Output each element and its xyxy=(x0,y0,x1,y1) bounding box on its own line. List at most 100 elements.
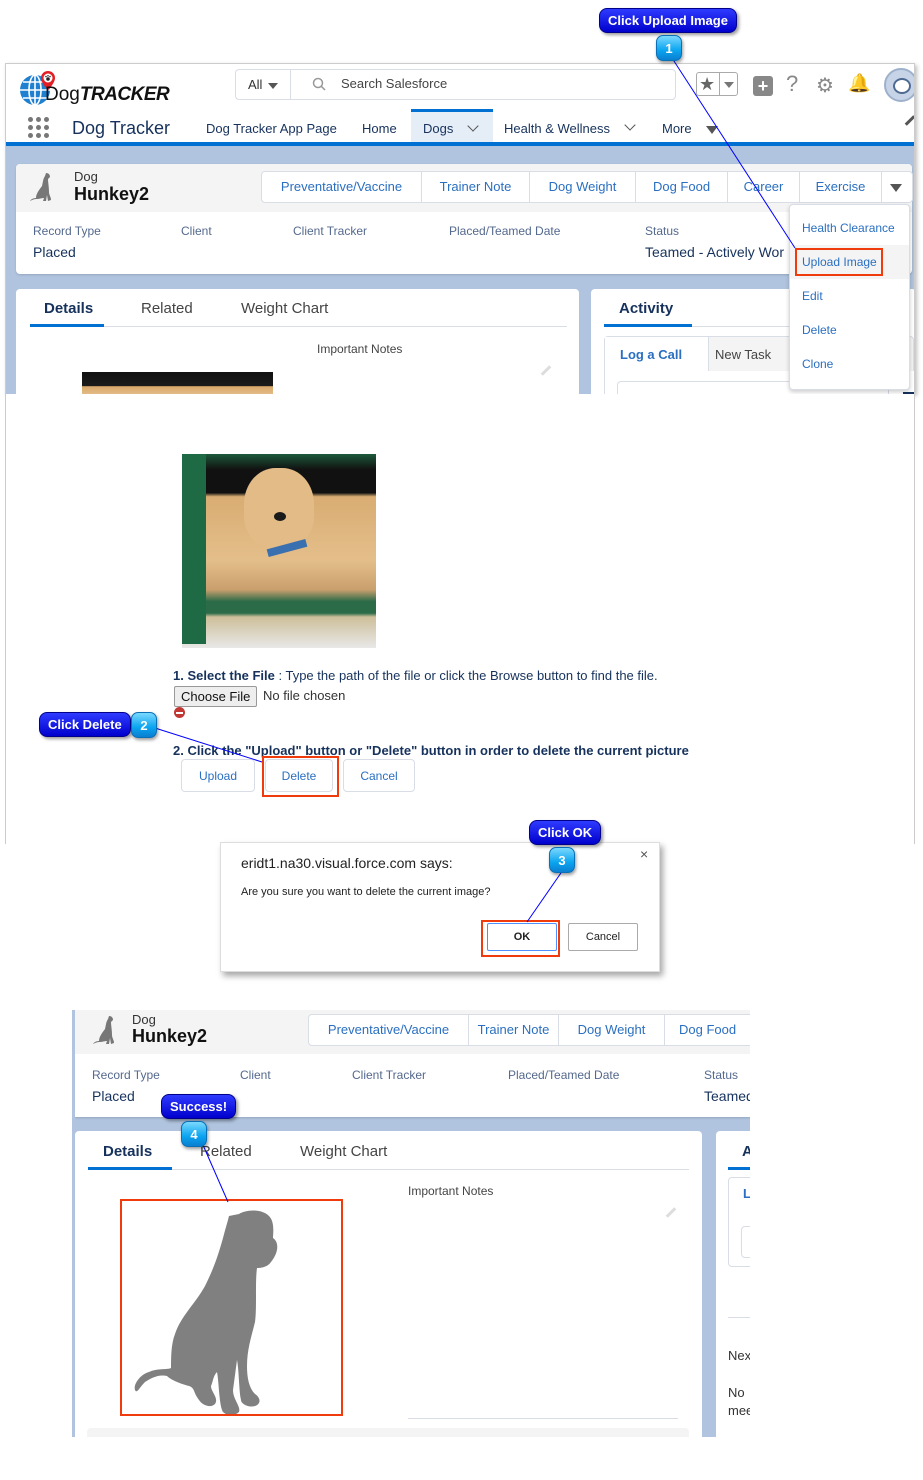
step-badge-1: 1 xyxy=(656,35,682,61)
action-dog-weight[interactable]: Dog Weight xyxy=(530,172,636,202)
menu-item-edit[interactable]: Edit xyxy=(790,279,909,313)
tab-related[interactable]: Related xyxy=(141,300,193,317)
tab-weight-chart[interactable]: Weight Chart xyxy=(241,300,328,317)
action-exercise[interactable]: Exercise xyxy=(800,172,882,202)
record-action-group: Preventative/Vaccine Trainer Note Dog We… xyxy=(261,171,913,203)
publisher-input[interactable] xyxy=(741,1226,750,1258)
tab-weight-chart[interactable]: Weight Chart xyxy=(300,1143,387,1160)
step-badge-4: 4 xyxy=(181,1121,207,1147)
publisher-box: L xyxy=(728,1177,750,1267)
record-name: Hunkey2 xyxy=(132,1026,208,1046)
nav-item-app-page[interactable]: Dog Tracker App Page xyxy=(206,121,337,136)
nav-item-health-wellness[interactable]: Health & Wellness xyxy=(504,121,610,136)
menu-item-clone[interactable]: Clone xyxy=(790,347,909,381)
record-name: Hunkey2 xyxy=(74,184,150,204)
avatar[interactable] xyxy=(884,68,914,102)
field-label-record-type: Record Type xyxy=(33,224,101,238)
search-input[interactable] xyxy=(341,76,661,91)
field-label-placed-date: Placed/Teamed Date xyxy=(449,224,561,238)
action-dog-weight[interactable]: Dog Weight xyxy=(559,1015,665,1045)
action-preventative-vaccine[interactable]: Preventative/Vaccine xyxy=(262,172,422,202)
action-dog-food[interactable]: Dog Food xyxy=(665,1015,750,1045)
field-label-record-type: Record Type xyxy=(92,1068,160,1082)
details-card: Details Related Weight Chart Important N… xyxy=(16,289,579,394)
field-label-status: Status xyxy=(704,1068,739,1082)
activity-tab-indicator xyxy=(728,1167,750,1170)
details-card: Details Related Weight Chart Important N… xyxy=(75,1131,702,1437)
dialog-cancel-button[interactable]: Cancel xyxy=(568,923,638,951)
tab-new-task[interactable]: New Task xyxy=(715,347,771,362)
star-icon[interactable]: ★ xyxy=(699,73,715,95)
cancel-button[interactable]: Cancel xyxy=(343,759,415,792)
action-dog-food[interactable]: Dog Food xyxy=(636,172,728,202)
next-steps-partial: Nex xyxy=(728,1348,750,1363)
field-label-placed-date: Placed/Teamed Date xyxy=(508,1068,620,1082)
search-scope-select[interactable]: All xyxy=(236,70,291,99)
close-icon[interactable]: × xyxy=(640,846,648,862)
choose-file-button[interactable]: Choose File xyxy=(174,686,258,707)
bell-icon[interactable]: 🔔 xyxy=(848,73,870,94)
overflow-actions-menu: Health Clearance Upload Image Edit Delet… xyxy=(789,204,910,390)
record-action-group: Preventative/Vaccine Trainer Note Dog We… xyxy=(308,1014,750,1046)
more-actions-button[interactable] xyxy=(882,172,912,202)
remove-icon[interactable] xyxy=(174,707,185,718)
record-highlights: Dog Hunkey2 Preventative/Vaccine Trainer… xyxy=(16,164,913,274)
notes-divider xyxy=(408,1418,678,1419)
photo-table-leg xyxy=(182,454,206,644)
nav-item-more[interactable]: More xyxy=(662,121,692,136)
activity-title: Activity xyxy=(619,300,674,317)
field-value-record-type: Placed xyxy=(92,1088,135,1104)
global-search[interactable]: All xyxy=(235,69,676,100)
action-preventative-vaccine[interactable]: Preventative/Vaccine xyxy=(309,1015,469,1045)
photo-dog-head xyxy=(244,468,314,548)
caret-down-icon xyxy=(890,184,902,192)
tab-log-a-call[interactable]: Log a Call xyxy=(605,337,709,371)
tab-details[interactable]: Details xyxy=(103,1143,152,1160)
highlight-ok xyxy=(481,920,560,957)
important-notes-label: Important Notes xyxy=(408,1184,494,1198)
tab-divider xyxy=(88,1169,689,1170)
tab-details[interactable]: Details xyxy=(44,300,93,317)
edit-nav-icon[interactable] xyxy=(904,115,914,126)
plus-icon[interactable]: + xyxy=(753,76,773,96)
callout-3-label: Click OK xyxy=(529,820,602,845)
favorites-dropdown-icon[interactable] xyxy=(724,82,734,88)
activity-title-partial: A xyxy=(742,1143,750,1160)
more-caret-icon[interactable] xyxy=(706,126,718,134)
action-career[interactable]: Career xyxy=(728,172,800,202)
pencil-icon[interactable] xyxy=(540,365,552,376)
no-activities-partial-2: mee xyxy=(728,1403,750,1418)
upload-button[interactable]: Upload xyxy=(181,759,255,792)
tab-log-a-call-partial[interactable]: L xyxy=(743,1186,750,1201)
menu-item-delete[interactable]: Delete xyxy=(790,313,909,347)
no-file-chosen-text: No file chosen xyxy=(263,688,346,703)
record-page-after-delete-screenshot: Dog Hunkey2 Preventative/Vaccine Trainer… xyxy=(72,1010,750,1437)
help-icon[interactable]: ? xyxy=(786,71,798,97)
nav-item-home[interactable]: Home xyxy=(362,121,397,136)
app-launcher-icon[interactable] xyxy=(28,117,50,139)
dog-photo xyxy=(82,372,273,394)
field-value-status: Teamed xyxy=(704,1088,750,1104)
chevron-down-icon[interactable] xyxy=(624,119,636,131)
field-label-client-tracker: Client Tracker xyxy=(352,1068,427,1082)
search-icon xyxy=(312,77,326,91)
field-value-record-type: Placed xyxy=(33,244,76,260)
dogtracker-logo: DogTRACKER xyxy=(18,66,178,106)
chevron-down-icon[interactable] xyxy=(467,120,479,132)
step2-instruction: 2. Click the "Upload" button or "Delete"… xyxy=(173,743,689,758)
field-label-client: Client xyxy=(181,224,212,238)
tab-related[interactable]: Related xyxy=(200,1143,252,1160)
callout-2-label: Click Delete xyxy=(39,712,131,737)
action-trainer-note[interactable]: Trainer Note xyxy=(422,172,530,202)
nav-item-dogs[interactable]: Dogs xyxy=(411,109,493,142)
gear-icon[interactable]: ⚙ xyxy=(816,73,834,98)
favorites-button[interactable]: ★ xyxy=(696,72,738,96)
section-header xyxy=(87,1428,689,1437)
pencil-icon[interactable] xyxy=(665,1207,677,1218)
highlight-default-image xyxy=(120,1199,343,1416)
nav-item-dogs-label: Dogs xyxy=(423,121,454,136)
menu-item-health-clearance[interactable]: Health Clearance xyxy=(790,211,909,245)
action-trainer-note[interactable]: Trainer Note xyxy=(469,1015,559,1045)
app-nav-bar: Dog Tracker Dog Tracker App Page Home Do… xyxy=(6,109,914,146)
active-tab-indicator xyxy=(88,1167,172,1170)
